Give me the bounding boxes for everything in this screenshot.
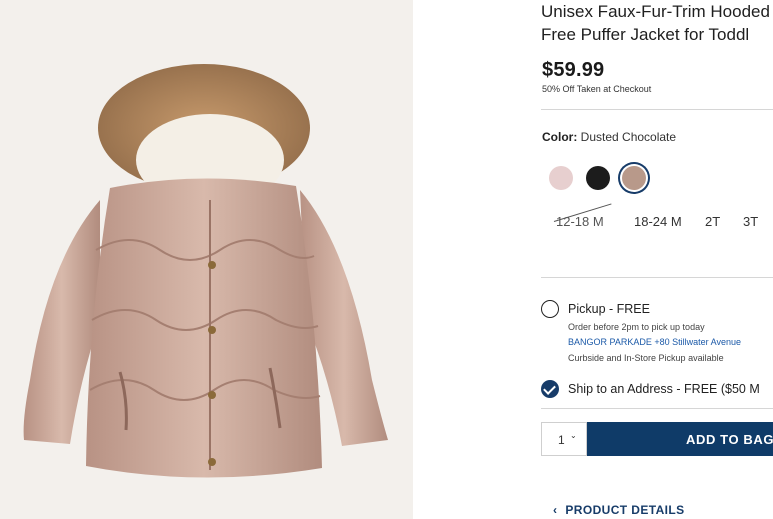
product-details-label: PRODUCT DETAILS — [565, 503, 685, 517]
pickup-deadline: Order before 2pm to pick up today — [568, 322, 705, 332]
pickup-note: Curbside and In-Store Pickup available — [568, 353, 724, 363]
divider — [541, 109, 773, 110]
add-to-bag-label: ADD TO BAG — [686, 432, 773, 447]
swatch-pink[interactable] — [549, 166, 573, 190]
size-3t[interactable]: 3T — [743, 214, 758, 229]
chevron-left-icon: ‹ — [553, 503, 558, 517]
divider — [541, 408, 773, 409]
divider — [541, 277, 773, 278]
color-selection-label: Color: Dusted Chocolate — [542, 130, 676, 144]
swatch-dusted-chocolate[interactable] — [622, 166, 646, 190]
product-image[interactable] — [0, 0, 413, 519]
quantity-select[interactable]: 1 ⌄ — [541, 422, 587, 456]
product-title-line2: Free Puffer Jacket for Toddl — [541, 25, 750, 44]
product-title: Unisex Faux-Fur-Trim Hooded Free Puffer … — [541, 0, 773, 46]
color-label: Color: — [542, 130, 578, 144]
store-link[interactable]: BANGOR PARKADE +80 Stillwater Avenue — [568, 337, 741, 347]
swatch-black[interactable] — [586, 166, 610, 190]
ship-label: Ship to an Address - FREE ($50 M — [568, 382, 760, 396]
product-info-panel: Unisex Faux-Fur-Trim Hooded Free Puffer … — [541, 0, 773, 519]
pickup-radio[interactable] — [541, 300, 559, 318]
ship-radio[interactable] — [541, 380, 559, 398]
jacket-illustration — [23, 64, 388, 478]
size-12-18m[interactable]: 12-18 M — [556, 214, 604, 229]
chevron-down-icon: ⌄ — [570, 431, 577, 440]
product-price: $59.99 — [542, 59, 605, 81]
size-2t[interactable]: 2T — [705, 214, 720, 229]
product-details-link[interactable]: ‹ PRODUCT DETAILS — [553, 503, 685, 517]
color-name: Dusted Chocolate — [580, 130, 677, 144]
product-title-line1: Unisex Faux-Fur-Trim Hooded — [541, 2, 770, 21]
pickup-label: Pickup - FREE — [568, 302, 650, 316]
promo-text: 50% Off Taken at Checkout — [542, 84, 652, 94]
quantity-value: 1 — [558, 433, 565, 447]
add-to-bag-button[interactable]: ADD TO BAG — [587, 422, 773, 456]
size-18-24m[interactable]: 18-24 M — [634, 214, 682, 229]
